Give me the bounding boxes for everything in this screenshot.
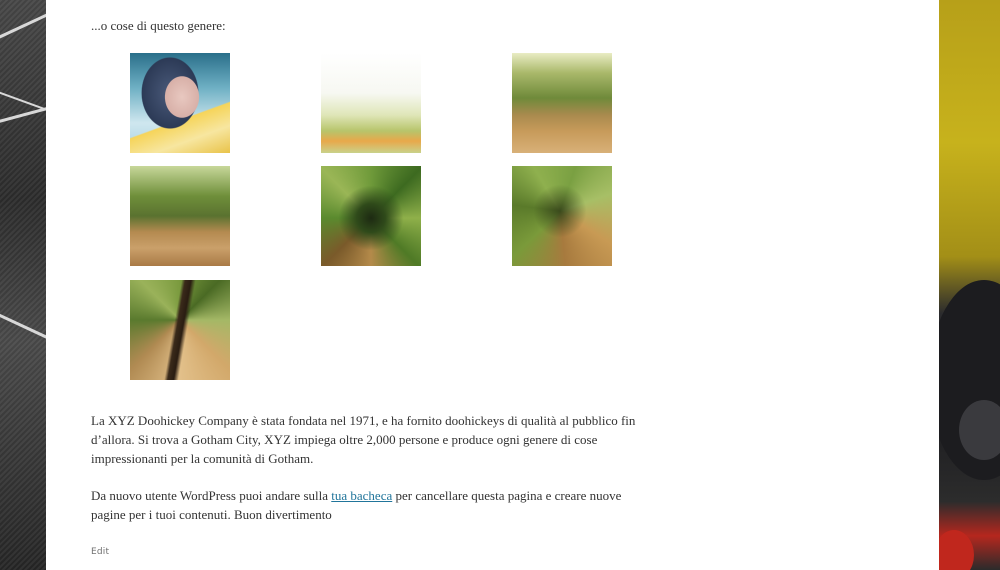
gallery-item-zoom-green[interactable]	[321, 166, 421, 266]
company-paragraph-text: La XYZ Doohickey Company è stata fondata…	[91, 413, 636, 466]
road-line	[0, 6, 46, 43]
portrait-photo	[130, 53, 230, 153]
background-photo-right	[939, 0, 1000, 570]
gallery-item-portrait[interactable]	[130, 53, 230, 153]
dashboard-link[interactable]: tua bacheca	[331, 488, 392, 503]
company-paragraph: La XYZ Doohickey Company è stata fondata…	[91, 411, 641, 468]
edit-link[interactable]: Edit	[91, 543, 109, 562]
paragraph-text-before: Da nuovo utente WordPress puoi andare su…	[91, 488, 332, 503]
wordpress-paragraph: Da nuovo utente WordPress puoi andare su…	[91, 486, 641, 524]
wordpress-paragraph-text: Da nuovo utente WordPress puoi andare su…	[91, 486, 641, 524]
gallery-item-forest-path[interactable]	[512, 53, 612, 153]
zoom-blur-trees-photo	[512, 166, 612, 266]
gallery-item-forest-clearing[interactable]	[130, 166, 230, 266]
forest-clearing-photo	[130, 166, 230, 266]
gallery-item-grass[interactable]	[321, 53, 421, 153]
background-photo-left	[0, 0, 46, 570]
road-line	[0, 300, 46, 341]
gallery-intro-text: ...o cose di questo genere:	[91, 18, 226, 33]
gallery-item-zoom-trunk[interactable]	[130, 280, 230, 380]
image-gallery	[130, 53, 613, 380]
content-column: ...o cose di questo genere: La XYZ Doohi…	[46, 0, 939, 570]
zoom-blur-trunk-photo	[130, 280, 230, 380]
gallery-item-zoom-trees[interactable]	[512, 166, 612, 266]
zoom-blur-green-photo	[321, 166, 421, 266]
red-shape	[939, 530, 974, 570]
forest-path-photo	[512, 53, 612, 153]
bright-grass-photo	[321, 53, 421, 153]
